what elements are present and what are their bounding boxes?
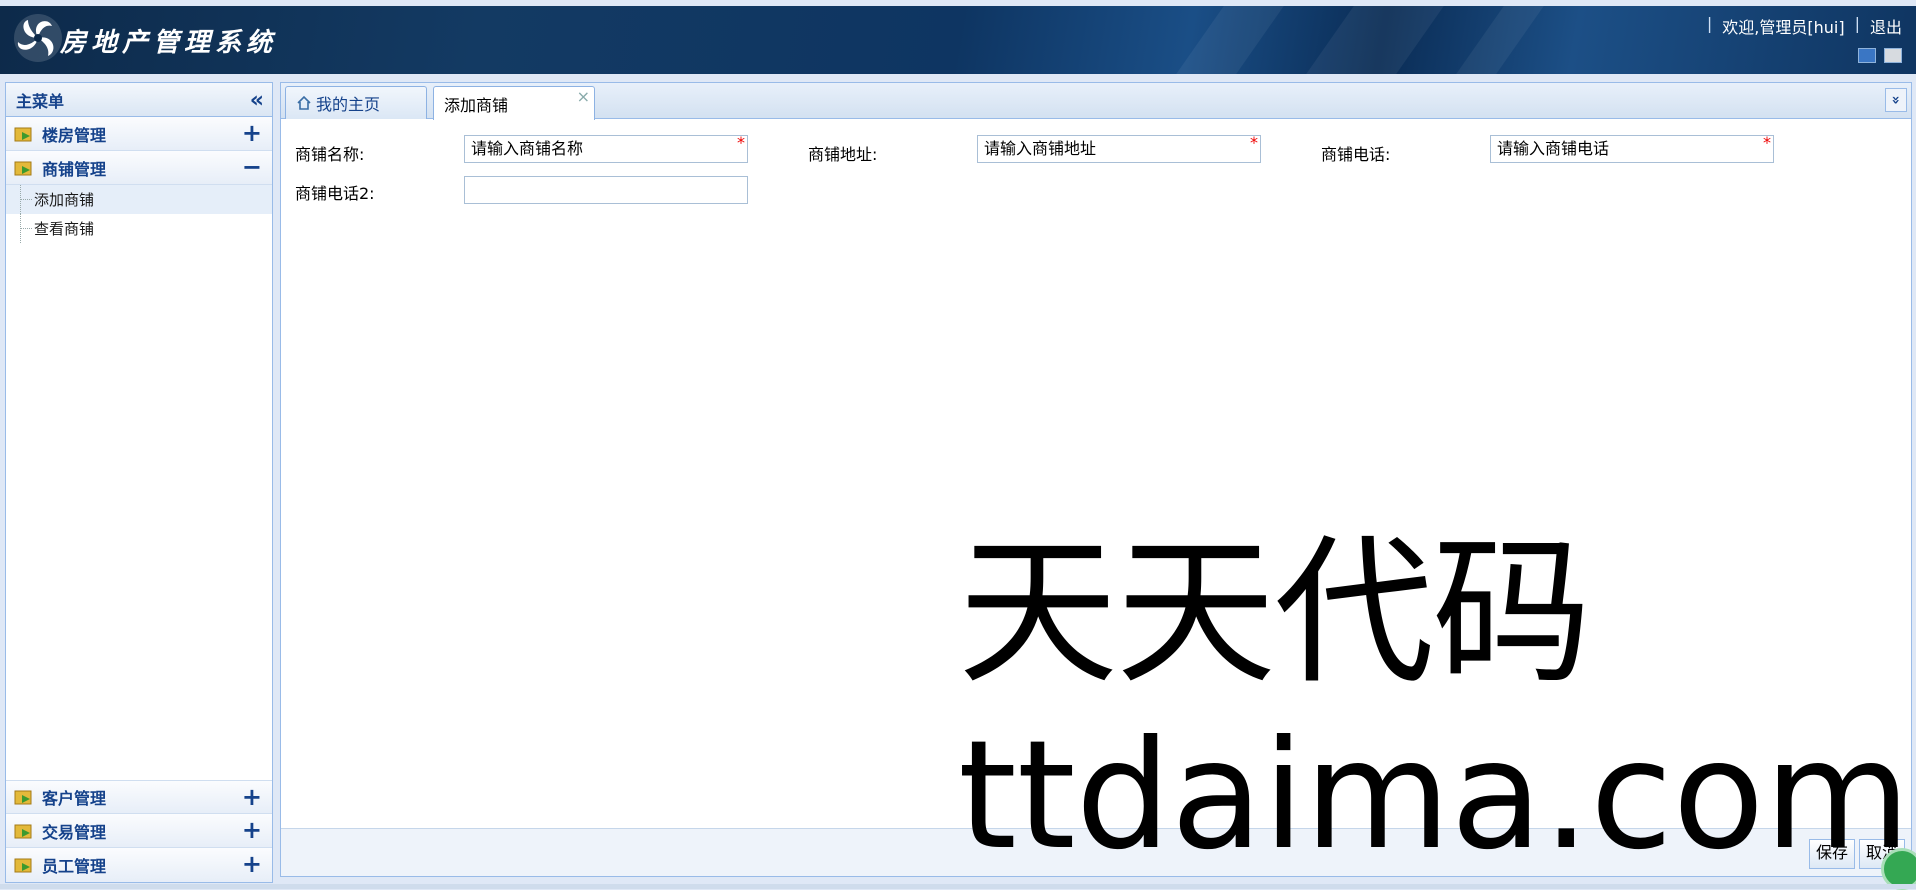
user-bar: | 欢迎,管理员[hui] | 退出 — [1707, 14, 1902, 38]
sidebar-group-label: 楼房管理 — [42, 125, 107, 145]
sidebar-item-label: 查看商铺 — [34, 220, 95, 238]
shop-name-label: 商铺名称: — [295, 145, 365, 164]
tab-label: 我的主页 — [316, 95, 381, 114]
header-bar: 房地产管理系统 | 欢迎,管理员[hui] | 退出 — [0, 6, 1916, 74]
form-footer: 保存 取消 — [281, 828, 1911, 876]
required-marker: * — [1250, 133, 1258, 152]
sidebar-group-shop[interactable]: 商铺管理 − — [6, 151, 272, 185]
sidebar-header: 主菜单 « — [6, 83, 272, 117]
expand-icon[interactable]: + — [242, 850, 262, 878]
shop-phone2-label: 商铺电话2: — [295, 184, 375, 203]
home-icon — [297, 95, 311, 110]
status-strip — [0, 884, 1916, 889]
save-button[interactable]: 保存 — [1808, 839, 1855, 869]
shop-name-input[interactable]: 请输入商铺名称 * — [464, 133, 748, 163]
expand-icon[interactable]: + — [242, 783, 262, 811]
input-placeholder: 请输入商铺电话 — [1497, 139, 1610, 158]
sidebar-title: 主菜单 — [16, 91, 65, 111]
folder-icon — [14, 790, 32, 805]
required-marker: * — [737, 133, 745, 152]
theme-gray-icon[interactable] — [1884, 48, 1902, 63]
sidebar-group-label: 交易管理 — [42, 822, 107, 842]
app-title: 房地产管理系统 — [60, 27, 278, 58]
expand-icon[interactable]: + — [242, 119, 262, 147]
folder-icon — [14, 824, 32, 838]
collapse-sidebar-icon[interactable]: « — [250, 88, 264, 113]
main-panel: 我的主页 添加商铺 × » 商铺名称: 请输入商铺名称 * 商铺地址: 请输入商… — [280, 82, 1916, 890]
folder-icon — [14, 127, 32, 141]
tab-home[interactable]: 我的主页 — [285, 86, 427, 119]
sidebar-group-label: 员工管理 — [42, 857, 107, 876]
welcome-text: 欢迎,管理员[hui] — [1722, 18, 1845, 37]
app-logo: 房地产管理系统 — [12, 12, 277, 64]
sidebar-item-label: 添加商铺 — [34, 191, 95, 209]
folder-icon — [14, 858, 32, 873]
input-placeholder: 请输入商铺地址 — [984, 139, 1097, 158]
shop-phone2-input[interactable] — [464, 176, 748, 204]
expand-icon[interactable]: + — [242, 816, 262, 844]
shop-address-label: 商铺地址: — [808, 145, 878, 164]
tab-label: 添加商铺 — [444, 95, 509, 115]
sidebar-group-label: 商铺管理 — [42, 159, 107, 179]
folder-icon — [14, 161, 32, 175]
sidebar-group-customer[interactable]: 客户管理 + — [6, 780, 272, 814]
separator: | — [1706, 14, 1713, 33]
logo-icon — [14, 14, 62, 62]
collapse-icon[interactable]: − — [242, 153, 262, 181]
sidebar-item-add-shop[interactable]: 添加商铺 — [6, 185, 272, 214]
input-placeholder: 请输入商铺名称 — [471, 139, 584, 158]
tab-bar: 我的主页 添加商铺 × » — [281, 83, 1911, 120]
shop-address-input[interactable]: 请输入商铺地址 * — [977, 133, 1261, 163]
theme-blue-icon[interactable] — [1858, 48, 1876, 63]
shop-phone-input[interactable]: 请输入商铺电话 * — [1490, 133, 1774, 163]
sidebar-group-building[interactable]: 楼房管理 + — [6, 117, 272, 151]
shop-phone-label: 商铺电话: — [1321, 145, 1391, 164]
logout-link[interactable]: 退出 — [1870, 14, 1902, 38]
chevron-down-icon: » — [1887, 95, 1904, 105]
tab-add-shop[interactable]: 添加商铺 × — [433, 86, 595, 120]
theme-switcher — [1858, 48, 1902, 63]
tab-menu-icon[interactable]: » — [1885, 88, 1907, 112]
sidebar-item-view-shop[interactable]: 查看商铺 — [6, 214, 272, 243]
required-marker: * — [1763, 133, 1771, 152]
sidebar-group-label: 客户管理 — [42, 789, 107, 808]
sidebar: 主菜单 « 楼房管理 + 商铺管理 − 添加商铺 查看商铺 客户管理 + 交易管… — [5, 82, 273, 883]
close-icon[interactable]: × — [577, 87, 590, 106]
sidebar-group-trade[interactable]: 交易管理 + — [6, 814, 272, 848]
separator: | — [1854, 14, 1860, 33]
sidebar-group-staff[interactable]: 员工管理 + — [6, 848, 272, 882]
